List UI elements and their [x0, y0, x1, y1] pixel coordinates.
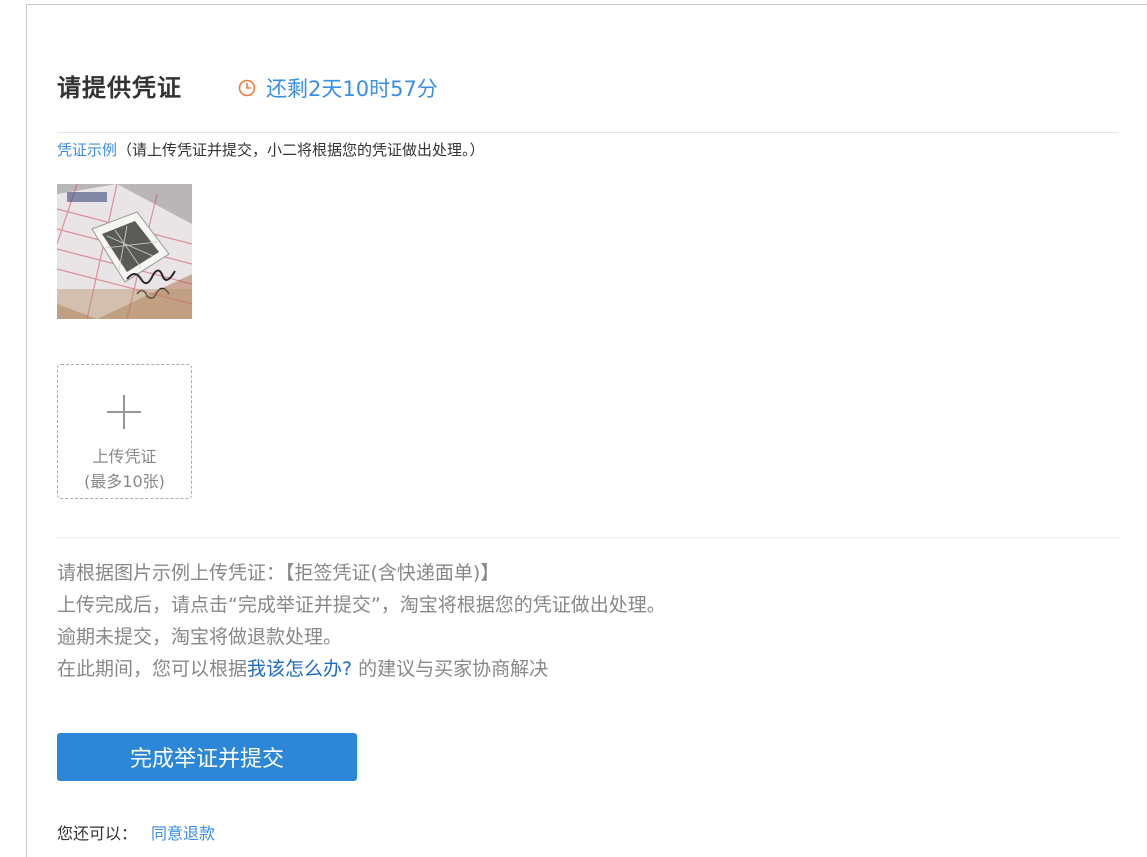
alternative-actions: 您还可以： 同意退款 — [57, 820, 215, 844]
instruction-line: 在此期间，您可以根据我该怎么办? 的建议与买家协商解决 — [57, 654, 548, 681]
page-title: 请提供凭证 — [57, 74, 182, 102]
upload-evidence-button[interactable]: 上传凭证 (最多10张) — [57, 364, 192, 499]
plus-icon — [107, 395, 141, 429]
upload-limit: (最多10张) — [84, 472, 165, 491]
instruction-line: 请根据图片示例上传凭证：【拒签凭证(含快递面单)】 — [57, 562, 500, 584]
submit-evidence-button[interactable]: 完成举证并提交 — [57, 733, 357, 781]
upload-label: 上传凭证 — [92, 447, 157, 466]
example-line: 凭证示例（请上传凭证并提交，小二将根据您的凭证做出处理。） — [57, 139, 485, 160]
example-note: （请上传凭证并提交，小二将根据您的凭证做出处理。） — [117, 141, 485, 159]
instruction-prefix: 在此期间，您可以根据 — [57, 658, 248, 680]
example-thumbnail[interactable] — [57, 184, 192, 319]
countdown-timer: 还剩2天10时57分 — [238, 73, 438, 103]
instruction-line: 上传完成后，请点击“完成举证并提交”，淘宝将根据您的凭证做出处理。 — [57, 594, 666, 616]
instruction-line: 逾期未提交，淘宝将做退款处理。 — [57, 626, 343, 648]
countdown-text: 还剩2天10时57分 — [266, 77, 438, 101]
agree-refund-link[interactable]: 同意退款 — [151, 824, 215, 843]
what-should-i-do-link[interactable]: 我该怎么办? — [247, 658, 352, 680]
instruction-suffix: 的建议与买家协商解决 — [352, 658, 549, 680]
section-divider — [57, 132, 1119, 133]
alternative-label: 您还可以： — [57, 824, 138, 843]
section-divider — [57, 537, 1119, 538]
example-photo — [57, 184, 192, 319]
example-link[interactable]: 凭证示例 — [57, 141, 117, 159]
clock-icon — [238, 79, 256, 97]
